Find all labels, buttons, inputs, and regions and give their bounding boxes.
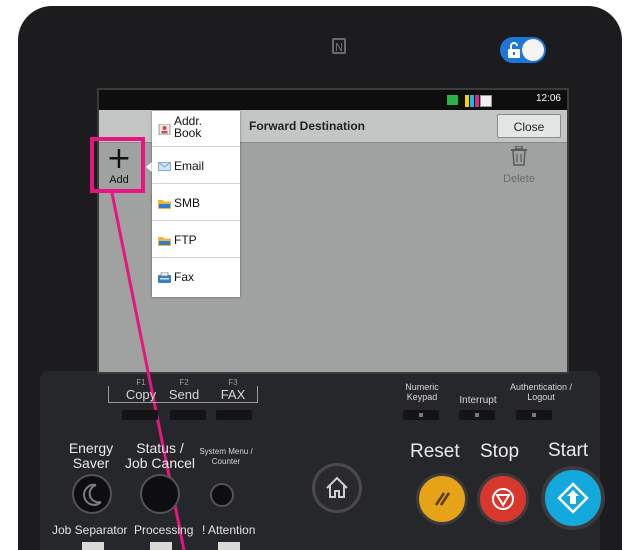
job-separator-led — [82, 542, 104, 550]
reset-button[interactable] — [416, 473, 468, 525]
stop-label: Stop — [480, 441, 520, 462]
system-menu-label: System Menu / Counter — [199, 447, 253, 466]
led-indicator — [532, 413, 536, 417]
interrupt-label: Interrupt — [459, 395, 497, 406]
energy-saver-label: Energy Saver — [68, 440, 114, 471]
numeric-keypad-label: Numeric Keypad — [405, 382, 439, 402]
processing-label: Processing — [134, 523, 194, 537]
fkey-slot[interactable] — [122, 410, 158, 420]
led-indicator — [419, 413, 423, 417]
home-icon — [326, 476, 348, 498]
status-job-cancel-button[interactable] — [140, 474, 180, 514]
system-menu-button[interactable] — [210, 483, 234, 507]
job-separator-label: Job Separator — [52, 523, 128, 537]
home-button[interactable] — [312, 463, 362, 513]
moon-icon — [83, 483, 102, 506]
stop-button[interactable] — [477, 473, 529, 525]
led-indicator — [475, 413, 479, 417]
processing-led — [150, 542, 172, 550]
start-button[interactable] — [541, 466, 605, 530]
attention-led — [218, 542, 240, 550]
energy-saver-button[interactable] — [72, 474, 112, 514]
stop-icon — [492, 488, 514, 510]
start-icon — [557, 482, 589, 514]
reset-label: Reset — [410, 441, 460, 462]
reset-icon — [434, 492, 451, 506]
fkey-bracket — [108, 386, 258, 403]
fkey-slot[interactable] — [170, 410, 206, 420]
status-job-cancel-label: Status / Job Cancel — [124, 440, 196, 471]
authentication-label: Authentication / Logout — [509, 382, 573, 402]
attention-label: ! Attention — [202, 523, 256, 537]
fkey-slot[interactable] — [216, 410, 252, 420]
start-label: Start — [548, 440, 589, 461]
